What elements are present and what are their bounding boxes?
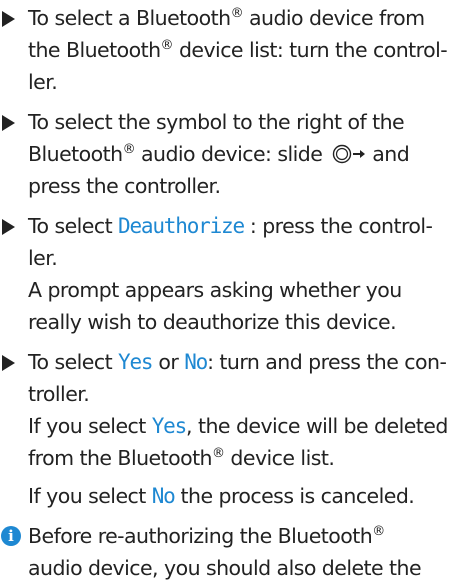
no-option: No <box>184 350 208 374</box>
step-line: press the controller. <box>0 170 455 202</box>
description-line: from the Bluetooth® device list. <box>0 442 455 474</box>
text-segment: press the controller. <box>28 174 221 198</box>
text-segment: audio device: slide <box>135 142 329 166</box>
description-line: A prompt appears asking whether you <box>28 278 402 302</box>
text-segment: and <box>366 142 410 166</box>
text-segment: If you select <box>28 484 152 508</box>
yes-option: Yes <box>118 350 154 374</box>
text-segment: : press the control- <box>243 214 433 238</box>
text-segment: Bluetooth <box>28 142 123 166</box>
step-line: Bluetooth® audio device: slide and <box>0 138 455 170</box>
step-select-device: To select a Bluetooth® audio device from… <box>0 2 455 98</box>
text-segment: or <box>152 350 185 374</box>
step-line: To select the symbol to the right of the <box>0 106 455 138</box>
text-segment: , the device will be deleted <box>186 414 448 438</box>
description-line: If you select Yes, the device will be de… <box>0 410 455 442</box>
step-line: troller. <box>0 378 455 410</box>
text-segment: device list: turn the control- <box>172 38 448 62</box>
step-select-symbol: To select the symbol to the right of the… <box>0 106 455 202</box>
controller-slide-right-icon <box>332 141 366 173</box>
text-segment: the Bluetooth <box>28 38 161 62</box>
text-segment: the process is canceled. <box>174 484 415 508</box>
step-line: To select Yes or No: turn and press the … <box>0 346 455 378</box>
registered-mark: ® <box>212 446 225 461</box>
registered-mark: ® <box>230 6 244 21</box>
text-segment: If you select <box>28 414 152 438</box>
manual-page: To select a Bluetooth® audio device from… <box>0 0 463 580</box>
step-bullet-icon <box>2 11 15 27</box>
no-option: No <box>151 484 176 508</box>
step-bullet-icon <box>2 219 15 235</box>
text-segment: : turn and press the con- <box>207 350 447 374</box>
no-result-description: If you select No the process is canceled… <box>0 480 455 512</box>
step-line: To select Deauthorize : press the contro… <box>0 210 455 242</box>
text-segment: To select the symbol to the right of the <box>28 110 405 134</box>
step-select-yes-no: To select Yes or No: turn and press the … <box>0 346 455 410</box>
step-bullet-icon <box>2 355 15 371</box>
step-bullet-icon <box>2 115 15 131</box>
registered-mark: ® <box>372 524 385 539</box>
registered-mark: ® <box>122 142 136 157</box>
note-line: Before re-authorizing the Bluetooth® <box>0 520 455 552</box>
step-line: ler. <box>0 242 455 274</box>
text-segment: ler. <box>28 70 58 94</box>
step-select-deauthorize: To select Deauthorize : press the contro… <box>0 210 455 274</box>
yes-result-description: If you select Yes, the device will be de… <box>0 410 455 474</box>
text-segment: To select a Bluetooth <box>28 6 231 30</box>
text-segment: troller. <box>28 382 90 406</box>
info-note: i Before re-authorizing the Bluetooth® a… <box>0 520 455 584</box>
prompt-description: A prompt appears asking whether you real… <box>0 274 455 338</box>
text-segment: ler. <box>28 246 58 270</box>
text-segment: from the Bluetooth <box>28 446 213 470</box>
step-line: the Bluetooth® device list: turn the con… <box>0 34 455 66</box>
yes-option: Yes <box>151 414 188 438</box>
deauthorize-menu-item: Deauthorize <box>118 214 245 238</box>
text-segment: To select <box>28 214 119 238</box>
registered-mark: ® <box>160 38 174 53</box>
note-line: audio device, you should also delete the <box>28 556 422 580</box>
description-line: If you select No the process is canceled… <box>0 480 455 512</box>
description-line: really wish to deauthorize this device. <box>28 310 397 334</box>
text-segment: device list. <box>224 446 335 470</box>
step-line: ler. <box>0 66 455 98</box>
info-icon: i <box>1 526 21 546</box>
text-segment: To select <box>28 350 119 374</box>
text-segment: Before re-authorizing the Bluetooth <box>28 524 373 548</box>
text-segment: audio device from <box>243 6 425 30</box>
step-line: To select a Bluetooth® audio device from <box>0 2 455 34</box>
